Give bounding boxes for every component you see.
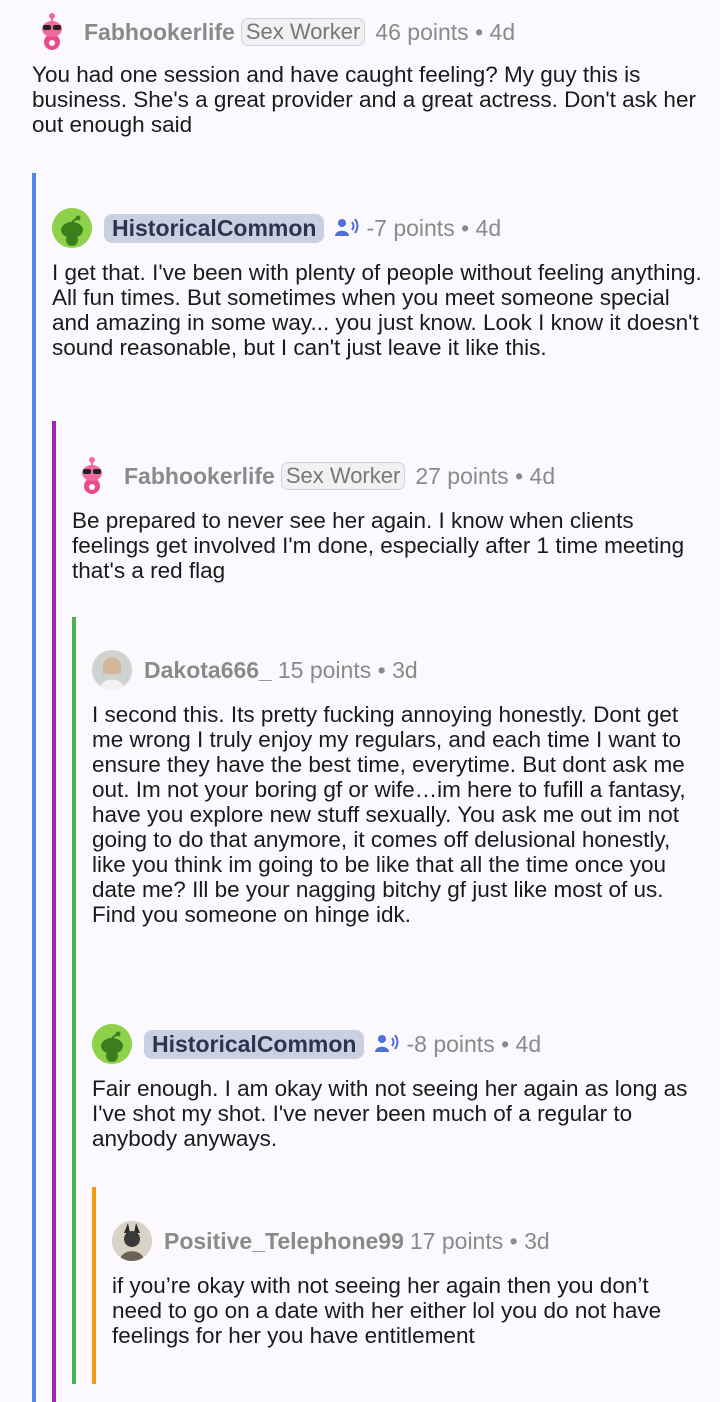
username[interactable]: Fabhookerlife [124, 463, 275, 490]
username[interactable]: Dakota666_ [144, 657, 272, 684]
separator-dot: • [454, 214, 476, 241]
thread-line-level-1[interactable] [32, 173, 36, 1402]
separator-dot: • [371, 656, 393, 683]
points: 15 points [277, 656, 372, 683]
comment: Positive_Telephone99 17 points • 3d if y… [112, 1221, 702, 1348]
comment-meta: Fabhookerlife Sex Worker 46 points • 4d [32, 12, 702, 52]
photo-avatar-icon [112, 1221, 152, 1261]
user-flair: Sex Worker [280, 462, 406, 490]
username[interactable]: Positive_Telephone99 [164, 1228, 404, 1255]
op-speaker-icon [374, 1033, 400, 1055]
username[interactable]: HistoricalCommon [104, 213, 325, 243]
comment-body: Fair enough. I am okay with not seeing h… [92, 1076, 694, 1151]
avatar[interactable] [52, 208, 92, 248]
points: 17 points [409, 1227, 504, 1254]
comment: HistoricalCommon -7 points • 4d I get th… [52, 208, 702, 360]
separator-dot: • [503, 1227, 525, 1254]
avatar[interactable] [32, 12, 72, 52]
points: 46 points [375, 18, 469, 45]
username[interactable]: Fabhookerlife [84, 19, 235, 46]
comment: Fabhookerlife Sex Worker 27 points • 4d … [72, 456, 702, 583]
pink-snoo-sunglasses-icon [42, 13, 62, 50]
comment-body: You had one session and have caught feel… [32, 62, 703, 137]
comment-meta: HistoricalCommon -8 points • 4d [92, 1024, 702, 1064]
comment-age: 4d [515, 1030, 542, 1057]
comment: HistoricalCommon -8 points • 4d Fair eno… [92, 1024, 702, 1151]
comment-age: 4d [529, 462, 556, 489]
comment-meta: Fabhookerlife Sex Worker 27 points • 4d [72, 456, 702, 496]
avatar[interactable] [112, 1221, 152, 1261]
comment: Fabhookerlife Sex Worker 46 points • 4d … [32, 12, 702, 137]
user-flair: Sex Worker [240, 18, 366, 46]
comment-age: 4d [475, 214, 502, 241]
comment-meta: HistoricalCommon -7 points • 4d [52, 208, 702, 248]
username[interactable]: HistoricalCommon [144, 1029, 365, 1059]
avatar[interactable] [72, 456, 112, 496]
comment: Dakota666_ 15 points • 3d I second this.… [92, 650, 702, 927]
separator-dot: • [508, 462, 530, 489]
comment-meta: Dakota666_ 15 points • 3d [92, 650, 702, 690]
thread-line-level-2[interactable] [52, 421, 56, 1402]
avatar[interactable] [92, 650, 132, 690]
photo-avatar-icon [92, 650, 132, 690]
comment-body: Be prepared to never see her again. I kn… [72, 508, 691, 583]
thread-line-level-4[interactable] [92, 1187, 96, 1384]
comment-age: 3d [524, 1227, 550, 1254]
thread-line-level-3[interactable] [72, 617, 76, 1384]
points: -8 points [406, 1030, 495, 1057]
avatar[interactable] [92, 1024, 132, 1064]
points: -7 points [366, 214, 455, 241]
comment-age: 3d [392, 656, 418, 683]
separator-dot: • [468, 18, 490, 45]
separator-dot: • [494, 1030, 516, 1057]
comment-body: I get that. I've been with plenty of peo… [52, 260, 707, 360]
green-snoo-icon [52, 208, 92, 248]
comment-body: if you’re okay with not seeing her again… [112, 1273, 668, 1348]
op-speaker-icon [334, 217, 360, 239]
points: 27 points [415, 462, 509, 489]
comment-body: I second this. Its pretty fucking annoyi… [92, 702, 692, 927]
pink-snoo-sunglasses-icon [82, 457, 102, 494]
comment-age: 4d [489, 18, 516, 45]
green-snoo-icon [92, 1024, 132, 1064]
comment-meta: Positive_Telephone99 17 points • 3d [112, 1221, 702, 1261]
